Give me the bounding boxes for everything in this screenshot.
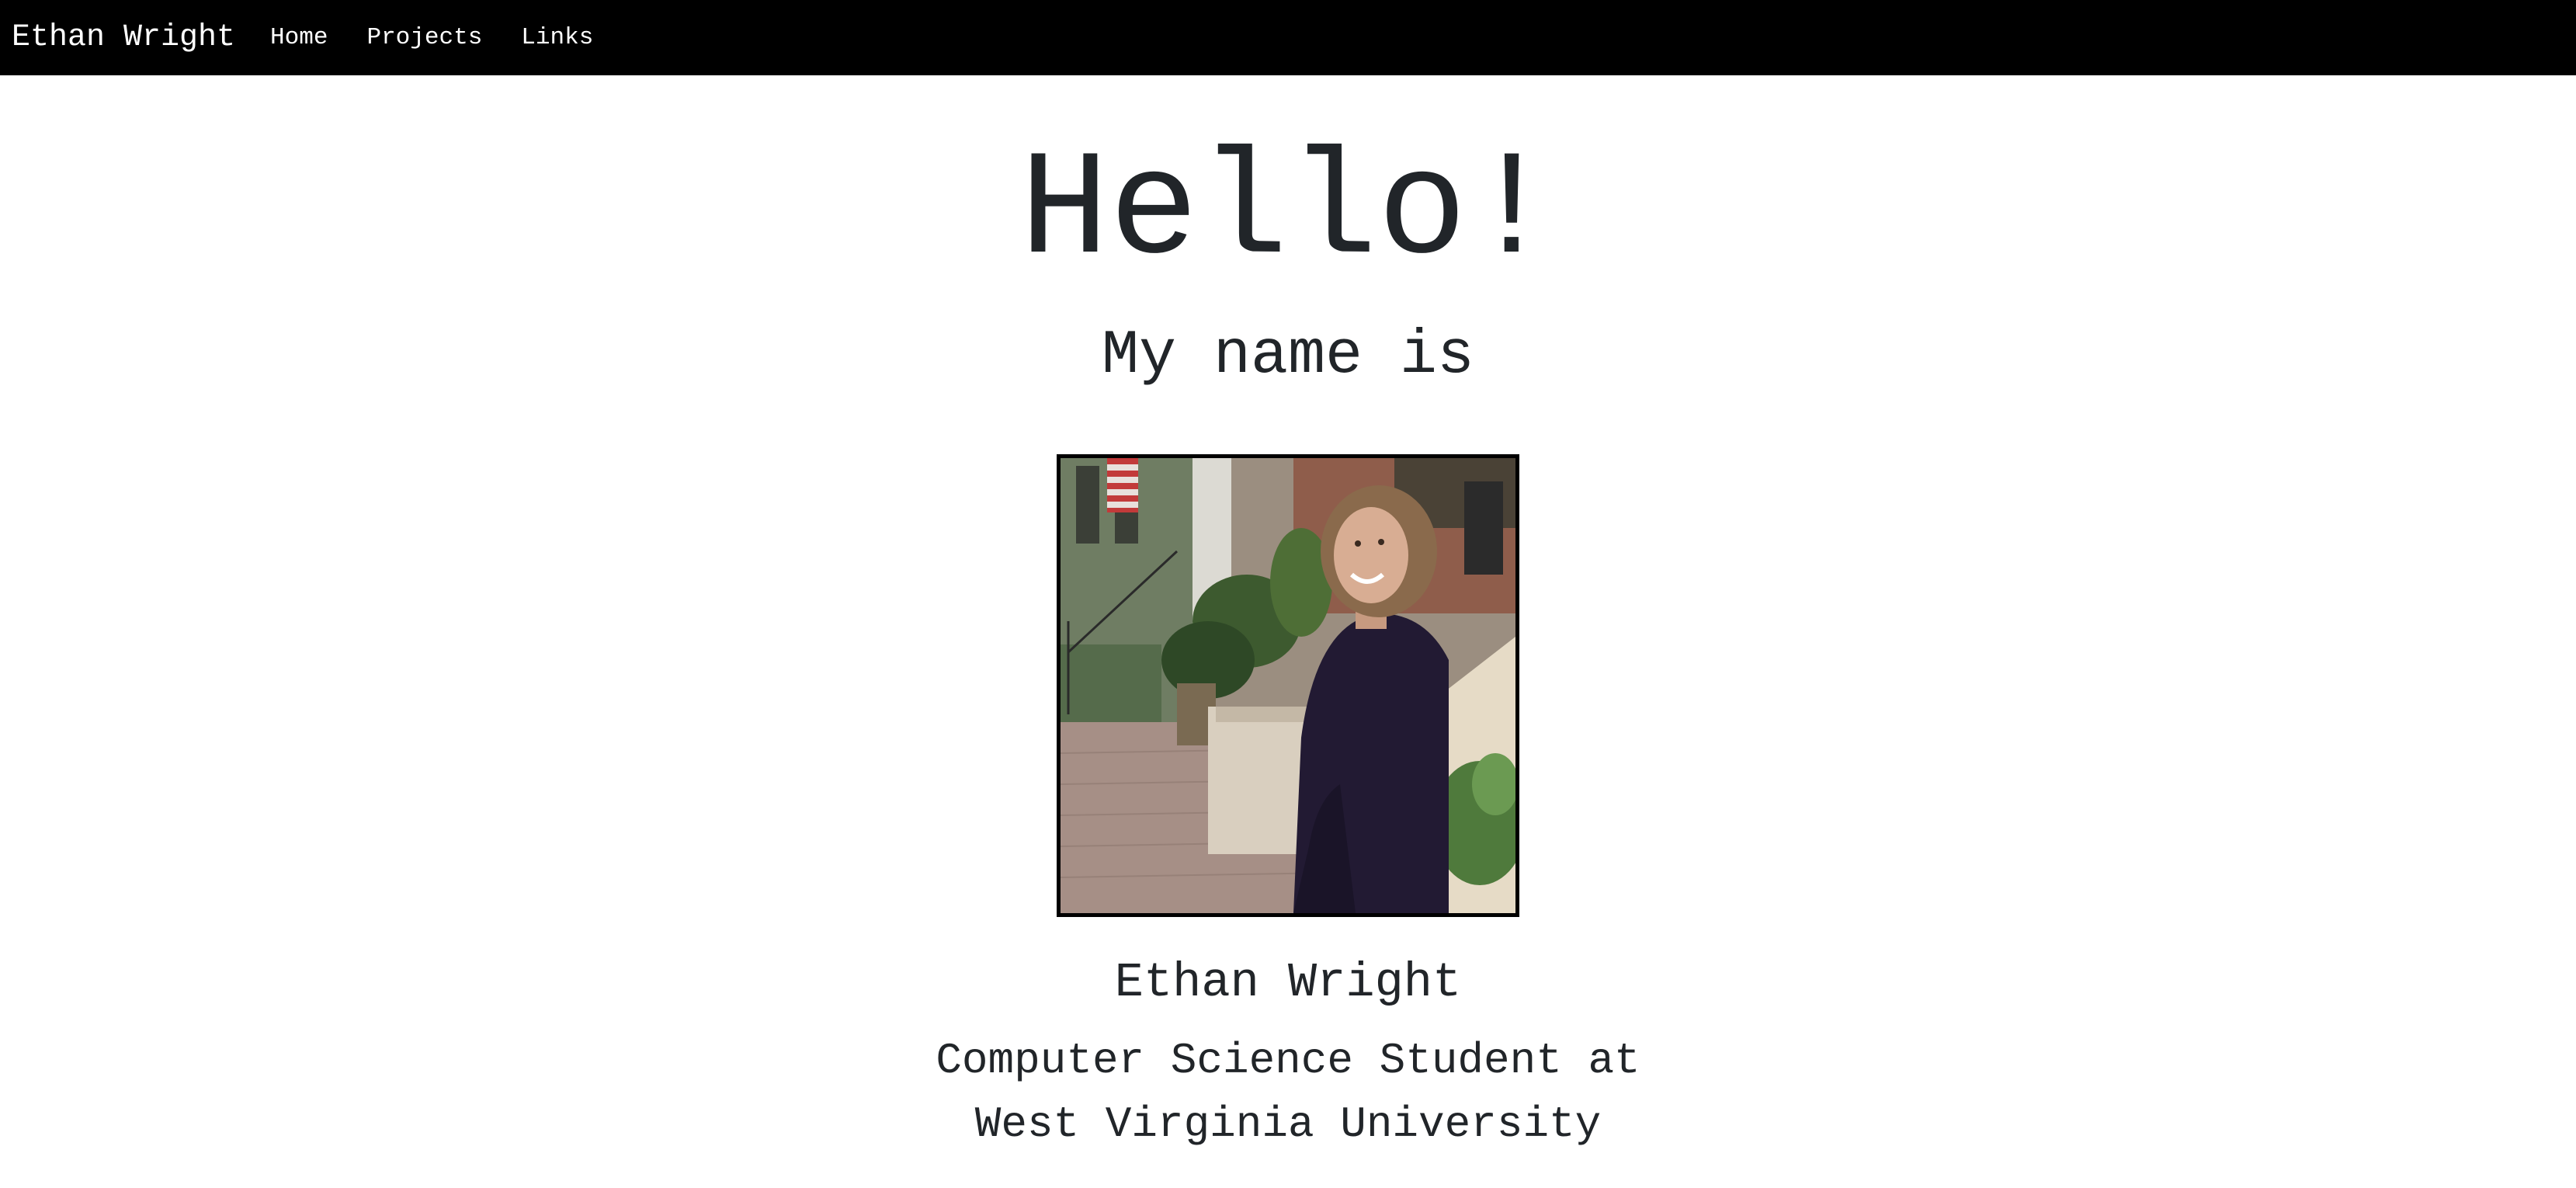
intro-heading: My name is	[1101, 321, 1475, 391]
profile-name: Ethan Wright	[1114, 955, 1462, 1010]
navbar-brand-link[interactable]: Ethan Wright	[12, 20, 235, 55]
top-navbar: Ethan Wright Home Projects Links	[0, 0, 2576, 75]
nav-links: Home Projects Links	[251, 24, 613, 51]
profile-photo-illustration	[1061, 458, 1515, 913]
subtitle-line-1: Computer Science Student at	[936, 1036, 1640, 1086]
subtitle-line-2: West Virginia University	[974, 1099, 1602, 1149]
nav-link-home[interactable]: Home	[251, 24, 347, 51]
greeting-heading: Hello!	[1019, 127, 1557, 297]
profile-photo	[1057, 454, 1519, 917]
profile-subtitle: Computer Science Student at West Virginia…	[0, 1029, 2576, 1156]
nav-link-projects[interactable]: Projects	[347, 24, 502, 51]
nav-link-links[interactable]: Links	[502, 24, 613, 51]
